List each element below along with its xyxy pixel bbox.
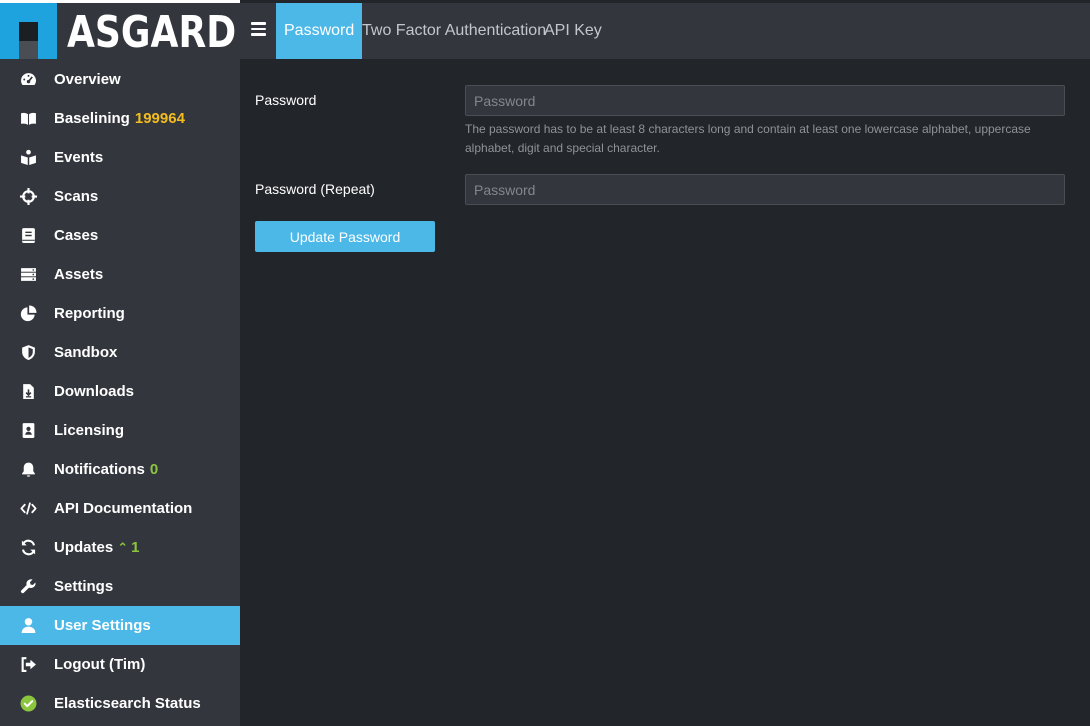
notifications-count-badge: 0 (149, 461, 159, 478)
password-label: Password (255, 92, 317, 108)
sidebar-item-label: Notifications (54, 461, 145, 478)
sidebar-item-label: User Settings (54, 617, 151, 634)
check-circle-icon (19, 695, 37, 713)
sidebar-item-api-documentation[interactable]: API Documentation (0, 489, 240, 528)
brand-name: ASGARD (67, 7, 237, 58)
shield-icon (19, 344, 37, 362)
tab-api-key[interactable]: API Key (544, 3, 602, 59)
password-repeat-label: Password (Repeat) (255, 181, 375, 197)
sidebar-item-elasticsearch-status[interactable]: Elasticsearch Status (0, 684, 240, 723)
sidebar-item-notifications[interactable]: Notifications 0 (0, 450, 240, 489)
sidebar-item-label: Logout (Tim) (54, 656, 146, 673)
tab-password[interactable]: Password (276, 3, 363, 59)
sidebar-item-events[interactable]: Events (0, 138, 240, 177)
sidebar-item-logout[interactable]: Logout (Tim) (0, 645, 240, 684)
password-help-text: The password has to be at least 8 charac… (465, 122, 1031, 155)
sidebar-item-settings[interactable]: Settings (0, 567, 240, 606)
password-repeat-input[interactable] (465, 174, 1065, 205)
brand-header[interactable]: ASGARD (0, 0, 240, 59)
download-file-icon (19, 383, 37, 401)
bell-icon (19, 461, 37, 479)
cases-icon (19, 227, 37, 245)
sidebar-item-label: Reporting (54, 305, 125, 322)
server-icon (19, 266, 37, 284)
events-icon (19, 149, 37, 167)
sidebar: ASGARD Overview Baselining 199964 Events … (0, 0, 240, 726)
sidebar-item-licensing[interactable]: Licensing (0, 411, 240, 450)
logo-square (0, 3, 57, 59)
sidebar-item-reporting[interactable]: Reporting (0, 294, 240, 333)
code-icon (19, 500, 37, 518)
update-password-button[interactable]: Update Password (255, 221, 435, 252)
pie-chart-icon (19, 305, 37, 323)
sync-icon (19, 539, 37, 557)
sidebar-item-label: Sandbox (54, 344, 118, 361)
sidebar-item-label: Settings (54, 578, 114, 595)
sidebar-item-user-settings[interactable]: User Settings (0, 606, 240, 645)
book-icon (19, 110, 37, 128)
wrench-icon (19, 578, 37, 596)
updates-count-badge: 1 (131, 539, 140, 556)
hamburger-menu-icon[interactable] (251, 22, 266, 36)
sidebar-item-sandbox[interactable]: Sandbox (0, 333, 240, 372)
sidebar-item-label: API Documentation (54, 500, 193, 517)
crosshair-icon (19, 188, 37, 206)
sidebar-item-label: Elasticsearch Status (54, 695, 201, 712)
sidebar-item-label: Baselining (54, 110, 130, 127)
logout-icon (19, 656, 37, 674)
sidebar-item-updates[interactable]: Updates ⌃ 1 (0, 528, 240, 567)
sidebar-item-scans[interactable]: Scans (0, 177, 240, 216)
sidebar-item-baselining[interactable]: Baselining 199964 (0, 99, 240, 138)
top-bar: Password Two Factor Authentication API K… (240, 3, 1090, 59)
sidebar-item-overview[interactable]: Overview (0, 60, 240, 99)
license-icon (19, 422, 37, 440)
sidebar-item-label: Downloads (54, 383, 135, 400)
sidebar-item-label: Overview (54, 71, 121, 88)
sidebar-item-label: Scans (54, 188, 99, 205)
baselining-count-badge: 199964 (134, 110, 185, 127)
sidebar-item-label: Events (54, 149, 104, 166)
sidebar-item-label: Updates (54, 539, 114, 556)
sidebar-item-label: Assets (54, 266, 104, 283)
sidebar-item-label: Licensing (54, 422, 125, 439)
user-icon (19, 617, 37, 635)
sidebar-item-downloads[interactable]: Downloads (0, 372, 240, 411)
dashboard-icon (19, 71, 37, 89)
password-input[interactable] (465, 85, 1065, 116)
sidebar-item-label: Cases (54, 227, 99, 244)
tab-two-factor-authentication[interactable]: Two Factor Authentication (362, 3, 546, 59)
double-chevron-up-icon: ⌃ (117, 540, 129, 555)
sidebar-item-cases[interactable]: Cases (0, 216, 240, 255)
sidebar-nav: Overview Baselining 199964 Events Scans C… (0, 60, 240, 723)
logo-mark-icon (19, 22, 38, 59)
sidebar-item-assets[interactable]: Assets (0, 255, 240, 294)
